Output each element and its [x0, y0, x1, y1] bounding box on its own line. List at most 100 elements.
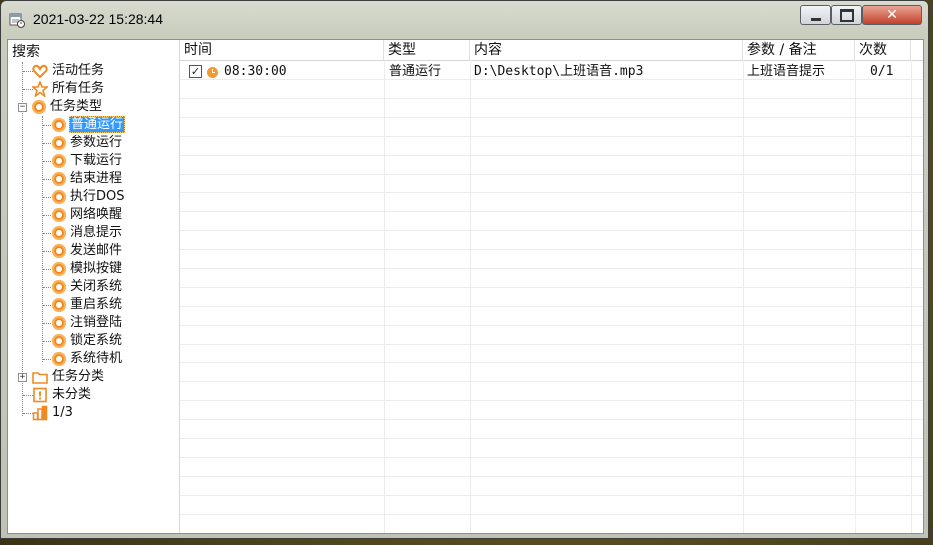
- search-label[interactable]: 搜索: [12, 41, 40, 61]
- tree-item-label: 下载运行: [70, 153, 123, 168]
- tree-item-end-process[interactable]: 结束进程: [52, 170, 123, 188]
- row-divider: [180, 192, 923, 193]
- row-divider: [180, 98, 923, 99]
- gear-icon: [52, 334, 66, 348]
- tree-item-lock[interactable]: 锁定系统: [52, 332, 123, 350]
- tree-item-standby[interactable]: 系统待机: [52, 350, 123, 368]
- maximize-button[interactable]: [831, 5, 862, 25]
- collapse-toggle[interactable]: −: [18, 103, 27, 112]
- row-divider: [180, 438, 923, 439]
- row-divider: [180, 249, 923, 250]
- tree-item-label: 未分类: [52, 387, 92, 402]
- window-title: 2021-03-22 15:28:44: [33, 11, 163, 27]
- maximize-icon: [839, 8, 854, 22]
- heart-icon: [32, 64, 48, 79]
- tree-item-label: 任务类型: [50, 99, 103, 114]
- gear-icon: [52, 298, 66, 312]
- tree-item-active-tasks[interactable]: 活动任务: [32, 62, 105, 80]
- tree-item-label: 所有任务: [52, 81, 105, 96]
- title-bar[interactable]: 2021-03-22 15:28:44 ✕: [1, 1, 928, 39]
- tree-item-label: 发送邮件: [70, 243, 123, 258]
- tree-item-label: 结束进程: [70, 171, 123, 186]
- tree-connector: [42, 116, 43, 362]
- tree-item-label: 执行DOS: [70, 189, 125, 204]
- expand-toggle[interactable]: +: [18, 373, 27, 382]
- column-header-time[interactable]: 时间: [180, 40, 384, 60]
- row-divider: [180, 268, 923, 269]
- row-enabled-checkbox[interactable]: ✓: [189, 65, 202, 78]
- tree-item-label: 参数运行: [70, 135, 123, 150]
- tree-item-restart[interactable]: 重启系统: [52, 296, 123, 314]
- table-header: 时间 类型 内容 参数 / 备注 次数: [180, 40, 923, 61]
- tree-item-logoff[interactable]: 注销登陆: [52, 314, 123, 332]
- gear-icon: [52, 352, 66, 366]
- column-header-count[interactable]: 次数: [855, 40, 911, 60]
- tree-item-label: 注销登陆: [70, 315, 123, 330]
- watermark: https://blog.csdn.net/qq_20222919: [676, 516, 861, 530]
- row-divider: [180, 136, 923, 137]
- tree-item-label: 普通运行: [69, 116, 126, 133]
- bar-chart-icon: [32, 405, 48, 421]
- gear-icon: [32, 100, 46, 114]
- minimize-button[interactable]: [800, 5, 831, 25]
- tree-item-normal-run[interactable]: 普通运行: [52, 116, 126, 134]
- svg-text:!: !: [37, 390, 42, 403]
- tree-item-param-run[interactable]: 参数运行: [52, 134, 123, 152]
- tree-item-wake-on-lan[interactable]: 网络唤醒: [52, 206, 123, 224]
- gear-icon: [52, 154, 66, 168]
- row-divider: [180, 211, 923, 212]
- row-divider: [180, 476, 923, 477]
- cell-content: D:\Desktop\上班语音.mp3: [474, 64, 644, 79]
- tree-item-simulate-keys[interactable]: 模拟按键: [52, 260, 123, 278]
- tree-item-download-run[interactable]: 下载运行: [52, 152, 123, 170]
- tree-item-exec-dos[interactable]: 执行DOS: [52, 188, 126, 206]
- gear-icon: [52, 280, 66, 294]
- tree-item-all-tasks[interactable]: 所有任务: [32, 80, 105, 98]
- folder-icon: [32, 372, 48, 384]
- row-divider: [180, 230, 923, 231]
- row-divider: [180, 362, 923, 363]
- tree-item-task-types[interactable]: 任务类型: [32, 98, 103, 116]
- tree-item-label: 模拟按键: [70, 261, 123, 276]
- cell-type: 普通运行: [389, 64, 442, 79]
- main-content: 搜索 − + 活动任务 所有任务 任务类型 普通运行 参数运行 下载运行 结束进…: [7, 39, 924, 534]
- gear-icon: [52, 118, 66, 132]
- gear-icon: [52, 262, 66, 276]
- row-divider: [180, 419, 923, 420]
- task-table[interactable]: 时间 类型 内容 参数 / 备注 次数 ✓ 08:30:00 普通运行 D:\D…: [180, 40, 923, 533]
- column-header-params[interactable]: 参数 / 备注: [743, 40, 855, 60]
- star-icon: [32, 81, 48, 97]
- tree-item-send-mail[interactable]: 发送邮件: [52, 242, 123, 260]
- calendar-clock-icon: [9, 13, 25, 28]
- task-tree[interactable]: 搜索 − + 活动任务 所有任务 任务类型 普通运行 参数运行 下载运行 结束进…: [8, 40, 180, 533]
- gear-icon: [52, 244, 66, 258]
- row-divider: [180, 174, 923, 175]
- close-button[interactable]: ✕: [862, 5, 922, 25]
- tree-item-label: 1/3: [52, 405, 73, 420]
- exclamation-icon: !: [33, 387, 47, 403]
- close-icon: ✕: [886, 7, 898, 23]
- tree-item-page-count[interactable]: 1/3: [32, 404, 74, 422]
- tree-item-label: 网络唤醒: [70, 207, 123, 222]
- tree-item-shutdown[interactable]: 关闭系统: [52, 278, 123, 296]
- tree-item-task-category[interactable]: 任务分类: [32, 368, 105, 386]
- column-header-type[interactable]: 类型: [384, 40, 470, 60]
- tree-connector: [22, 62, 23, 416]
- cell-count: 0/1: [870, 64, 894, 79]
- row-divider: [180, 400, 923, 401]
- row-divider: [180, 325, 923, 326]
- gear-icon: [52, 190, 66, 204]
- row-divider: [180, 306, 923, 307]
- row-divider: [180, 287, 923, 288]
- tree-item-label: 任务分类: [52, 369, 105, 384]
- tree-item-message-prompt[interactable]: 消息提示: [52, 224, 123, 242]
- gear-icon: [52, 172, 66, 186]
- column-header-content[interactable]: 内容: [470, 40, 743, 60]
- tree-item-label: 锁定系统: [70, 333, 123, 348]
- clock-icon: [207, 67, 218, 78]
- tree-item-uncategorized[interactable]: ! 未分类: [32, 386, 92, 404]
- tree-item-label: 消息提示: [70, 225, 123, 240]
- row-divider: [180, 381, 923, 382]
- cell-params: 上班语音提示: [747, 64, 826, 79]
- gear-icon: [52, 208, 66, 222]
